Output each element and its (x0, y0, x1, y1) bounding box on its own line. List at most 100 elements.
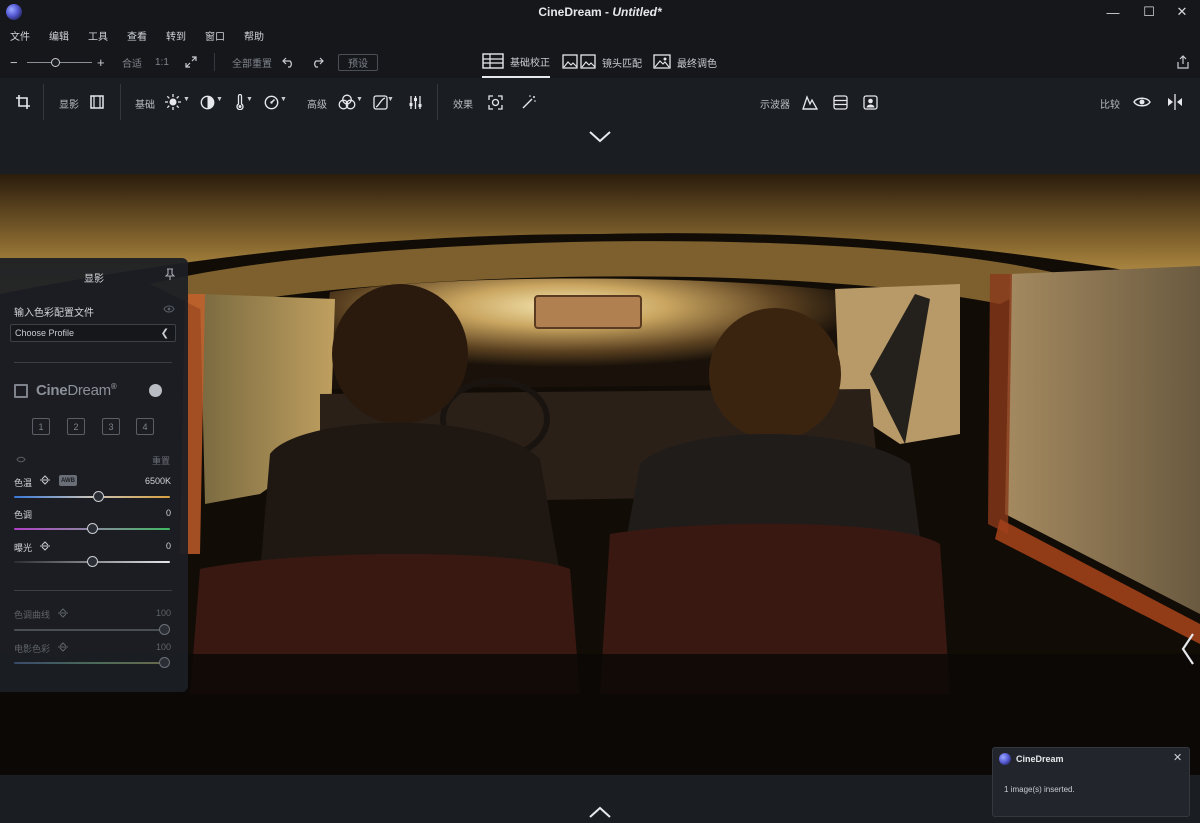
panel-divider (14, 590, 172, 591)
expand-filmstrip-chevron-icon[interactable] (588, 803, 612, 821)
minimize-button[interactable]: — (1097, 0, 1129, 24)
preset-slot-3[interactable]: 3 (102, 418, 120, 435)
chevron-left-icon: ❮ (160, 328, 169, 339)
reset-button[interactable]: 重置 (152, 454, 170, 467)
fullscreen-icon[interactable] (185, 46, 197, 78)
tools-divider (437, 84, 438, 120)
film-color-value: 100 (155, 642, 171, 652)
title-bar: CineDream - Untitled* — ☐ ✕ (0, 0, 1200, 24)
split-compare-icon[interactable] (1166, 93, 1184, 111)
preset-slot-4[interactable]: 4 (136, 418, 154, 435)
mixer-sliders-icon[interactable] (406, 93, 424, 111)
preset-slot-2[interactable]: 2 (67, 418, 85, 435)
cinedream-brand: CineDream® (14, 382, 117, 399)
fit-button[interactable]: 合适 (122, 46, 142, 78)
gauge-icon[interactable] (262, 93, 280, 111)
contrast-icon[interactable] (198, 93, 216, 111)
reset-all-button[interactable]: 全部重置 (232, 46, 272, 78)
maximize-button[interactable]: ☐ (1133, 0, 1165, 24)
temperature-stepper-icon[interactable] (40, 475, 50, 485)
menu-bar: 文件 编辑 工具 查看 转到 窗口 帮助 (0, 24, 1200, 46)
exposure-slider-handle[interactable] (86, 556, 98, 567)
basic-correction-icon (482, 53, 504, 69)
focus-frame-icon[interactable] (486, 93, 504, 111)
menu-file[interactable]: 文件 (10, 28, 30, 43)
waveform-icon[interactable] (801, 93, 819, 111)
tab-final-grade[interactable]: 最终调色 (653, 46, 717, 78)
next-image-chevron-icon[interactable] (1180, 632, 1196, 666)
tint-label: 色调 (14, 510, 33, 520)
choose-profile-select[interactable]: Choose Profile ❮ (10, 324, 176, 342)
tone-curve-slider-track[interactable] (14, 629, 170, 631)
tab-final-grade-label: 最终调色 (677, 58, 717, 70)
menu-tools[interactable]: 工具 (88, 28, 108, 43)
chevron-down-icon[interactable]: ▼ (216, 96, 223, 103)
tone-curve-stepper-icon[interactable] (58, 608, 68, 618)
film-color-slider-handle[interactable] (159, 657, 170, 668)
zoom-out-button[interactable]: − (10, 46, 18, 78)
film-icon (14, 383, 28, 398)
one-to-one-button[interactable]: 1:1 (155, 46, 169, 78)
film-color-stepper-icon[interactable] (58, 642, 68, 652)
temperature-label: 色温 (14, 478, 33, 488)
menu-goto[interactable]: 转到 (166, 28, 186, 43)
crop-icon[interactable] (14, 93, 32, 111)
menu-help[interactable]: 帮助 (244, 28, 264, 43)
awb-button[interactable]: AWB (59, 475, 77, 486)
brand-registered-mark: ® (110, 382, 117, 391)
zoom-in-button[interactable]: + (97, 46, 105, 78)
menu-edit[interactable]: 编辑 (49, 28, 69, 43)
app-logo-icon (999, 753, 1011, 765)
menu-window[interactable]: 窗口 (205, 28, 225, 43)
tone-curve-slider-handle[interactable] (159, 624, 170, 635)
tab-shot-match[interactable]: 镜头匹配 (562, 46, 642, 78)
brand-main: Cine (36, 382, 68, 399)
effects-label: 效果 (453, 100, 473, 111)
skin-tone-icon[interactable] (861, 93, 879, 111)
final-grade-icon (653, 54, 671, 69)
film-color-slider-track[interactable] (14, 662, 170, 664)
menu-view[interactable]: 查看 (127, 28, 147, 43)
temperature-value: 6500K (144, 476, 171, 486)
chevron-down-icon[interactable]: ▼ (246, 96, 253, 103)
view-toolbar: − + 合适 1:1 全部重置 预设 基础校正 镜头匹配 最终调色 (0, 46, 1200, 78)
panel-divider (14, 362, 172, 363)
undo-icon[interactable] (282, 46, 295, 78)
close-window-button[interactable]: ✕ (1166, 0, 1198, 24)
chevron-down-icon[interactable]: ▼ (280, 96, 287, 103)
exposure-stepper-icon[interactable] (40, 541, 50, 551)
toolbar-divider (214, 53, 215, 71)
redo-icon[interactable] (311, 46, 324, 78)
chevron-down-icon[interactable]: ▼ (387, 96, 394, 103)
collapse-toolbar-chevron-icon[interactable] (588, 128, 612, 146)
zoom-slider-handle[interactable] (51, 58, 60, 67)
film-strip-icon[interactable] (88, 93, 106, 111)
visibility-eye-icon[interactable] (16, 456, 26, 463)
visibility-eye-icon[interactable] (163, 305, 175, 313)
compare-label: 比较 (1100, 100, 1120, 111)
document-name: Untitled* (612, 5, 662, 19)
tools-divider (120, 84, 121, 120)
color-wheels-icon[interactable] (338, 93, 356, 111)
brand-logo-text: CineDream® (36, 382, 117, 399)
tab-basic-correction[interactable]: 基础校正 (482, 46, 550, 78)
tint-slider-handle[interactable] (86, 523, 98, 534)
brand-toggle-dot[interactable] (149, 384, 162, 397)
tab-shot-match-label: 镜头匹配 (602, 58, 642, 70)
grain-wand-icon[interactable] (520, 93, 538, 111)
pin-icon[interactable] (165, 268, 175, 280)
tab-basic-correction-label: 基础校正 (510, 57, 550, 69)
notification-message: 1 image(s) inserted. (1004, 785, 1075, 794)
chevron-down-icon[interactable]: ▼ (356, 96, 363, 103)
preset-slot-1[interactable]: 1 (32, 418, 50, 435)
scopes-label: 示波器 (760, 100, 790, 111)
parade-icon[interactable] (831, 93, 849, 111)
chevron-down-icon[interactable]: ▼ (183, 96, 190, 103)
preset-button[interactable]: 预设 (338, 54, 378, 71)
temperature-slider-handle[interactable] (92, 491, 104, 502)
notification-close-button[interactable]: ✕ (1173, 751, 1182, 764)
brightness-icon[interactable] (164, 93, 182, 111)
export-share-icon[interactable] (1177, 46, 1189, 78)
choose-profile-value: Choose Profile (15, 328, 75, 338)
eye-icon[interactable] (1133, 93, 1151, 111)
